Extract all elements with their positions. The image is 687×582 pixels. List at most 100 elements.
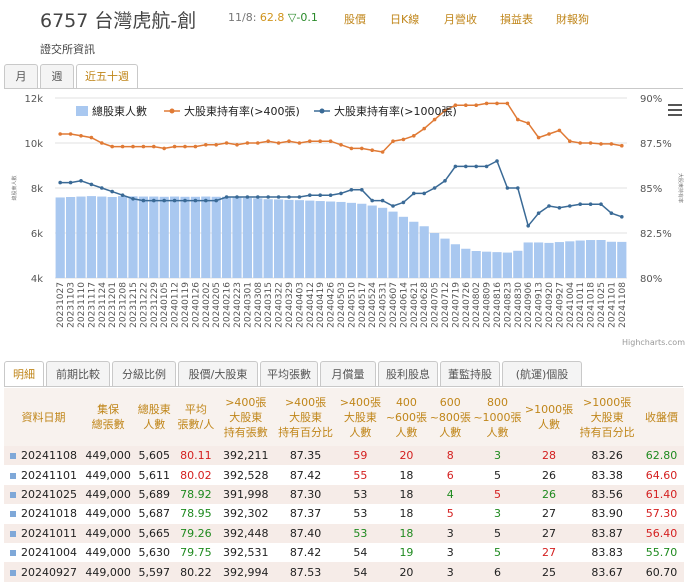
ratio-400-point (328, 139, 333, 143)
x-tick-label: 20240126 (191, 282, 201, 328)
table-cell: 3 (472, 504, 523, 524)
holder-bar (534, 242, 544, 278)
y-left-tick-label: 10k (24, 139, 43, 150)
table-cell: 5 (472, 542, 523, 563)
table-cell: 64.60 (638, 465, 684, 485)
ratio-1000-point (328, 193, 333, 197)
table-row[interactable]: 20240927 449,000 5,597 80.22 392,994 87.53 54 2… (4, 562, 684, 582)
column-header[interactable]: 400 ~600張 人數 (384, 388, 429, 446)
holder-bar (398, 216, 408, 278)
column-header[interactable]: >400張 大股東 持有百分比 (274, 388, 337, 446)
x-tick-label: 20240205 (212, 282, 222, 328)
nav-daily-k-link[interactable]: 日K線 (390, 11, 419, 27)
ratio-1000-point (297, 195, 302, 199)
ratio-400-point (391, 139, 395, 143)
holder-bar (502, 252, 512, 278)
x-tick-label: 20240223 (233, 282, 243, 328)
table-row[interactable]: 20241108 449,000 5,605 80.11 392,211 87.35 59 2… (4, 446, 684, 466)
tab-last-50-weeks[interactable]: 近五十週 (76, 64, 138, 88)
column-header[interactable]: >400張 大股東 人數 (336, 388, 385, 446)
ratio-1000-point (370, 198, 375, 203)
x-tick-label: 20240802 (472, 282, 482, 328)
chart-legend: 總股東人數 大股東持有率(>400張) 大股東持有率(>1000張) (76, 104, 457, 118)
table-cell: 392,448 (216, 523, 275, 543)
ratio-1000-point (100, 186, 104, 190)
holder-bar (606, 241, 616, 278)
ratio-400-point (152, 144, 156, 149)
ratio-1000-point (141, 198, 146, 203)
column-header-line: 總股東 (137, 403, 171, 416)
table-row[interactable]: 20241018 449,000 5,687 78.95 392,302 87.37 53 1… (4, 504, 684, 524)
table-cell: 8 (428, 446, 473, 466)
tab-period-compare[interactable]: 前期比較 (46, 361, 110, 386)
table-cell: 28 (522, 446, 576, 466)
nav-stock-price-link[interactable]: 股價 (344, 11, 366, 27)
exchange-info-link[interactable]: 證交所資訊 (40, 41, 95, 57)
holder-bar (274, 199, 284, 278)
column-header[interactable]: 800 ~1000張 人數 (472, 388, 523, 446)
column-header-line: ~800張 (429, 410, 471, 424)
column-header[interactable]: 收盤價 (638, 388, 684, 446)
ratio-1000-point (120, 193, 125, 197)
legend-400-marker (169, 108, 175, 114)
tab-level-ratio[interactable]: 分級比例 (112, 361, 176, 386)
row-marker-icon (9, 550, 16, 557)
chart-menu-icon[interactable] (668, 104, 682, 116)
holder-bar (471, 251, 481, 278)
table-cell: 5,689 (133, 484, 176, 505)
holder-bar (461, 248, 471, 278)
table-cell: 83.90 (575, 504, 639, 524)
column-header[interactable]: 600 ~800張 人數 (428, 388, 473, 446)
holder-bar (86, 196, 96, 278)
x-tick-label: 20240524 (368, 282, 378, 328)
chart-credits[interactable]: Highcharts.com (622, 338, 685, 347)
tab-monthly[interactable]: 月 (4, 64, 38, 88)
column-header[interactable]: 總股東 人數 (133, 388, 176, 446)
column-header[interactable]: >1000張 人數 (522, 388, 576, 446)
column-header[interactable]: >1000張 大股東 持有百分比 (575, 388, 639, 446)
row-marker-icon (9, 530, 16, 537)
tab-avg-lots[interactable]: 平均張數 (260, 361, 318, 386)
holder-bar (565, 241, 575, 278)
tab-director-holdings[interactable]: 董監持股 (440, 361, 500, 386)
column-header[interactable]: 平均 張數/人 (175, 388, 217, 446)
x-tick-label: 20241018 (587, 282, 597, 328)
nav-monthly-revenue-link[interactable]: 月營收 (444, 11, 477, 27)
column-header[interactable]: 集保 總張數 (82, 388, 134, 446)
tab-price-major[interactable]: 股價/大股東 (178, 361, 258, 386)
column-header-line: >1000張 (583, 395, 632, 409)
ratio-1000-point (131, 197, 135, 201)
column-header[interactable]: >400張 大股東 持有張數 (216, 388, 275, 446)
table-row[interactable]: 20241025 449,000 5,689 78.92 391,998 87.30 53 1… (4, 484, 684, 505)
holder-bar (367, 205, 377, 278)
x-tick-label: 20231201 (108, 282, 118, 328)
tab-weekly[interactable]: 週 (40, 64, 74, 88)
table-cell: 3 (472, 446, 523, 466)
ratio-400-point (609, 142, 614, 146)
legend-1000-marker (319, 108, 325, 114)
ratio-400-point (172, 144, 177, 149)
tab-dividend[interactable]: 股利股息 (378, 361, 438, 386)
column-header-line: 持有百分比 (579, 425, 635, 439)
table-cell: 5,665 (133, 523, 176, 543)
ratio-400-point (131, 144, 135, 149)
x-tick-label: 20231117 (87, 282, 97, 328)
nav-income-statement-link[interactable]: 損益表 (500, 11, 533, 27)
column-header-line: 800 (486, 395, 508, 409)
ratio-1000-point (58, 180, 62, 185)
tab-monthly-repay[interactable]: 月償量 (320, 361, 376, 386)
ratio-1000-point (391, 204, 395, 208)
ratio-1000-point (193, 198, 198, 203)
table-row[interactable]: 20241004 449,000 5,630 79.75 392,531 87.42 54 1… (4, 542, 684, 563)
tab-shipping-stocks[interactable]: (航運)個股 (502, 361, 582, 386)
quote-change: ▽-0.1 (287, 11, 318, 24)
tab-detail[interactable]: 明細 (4, 361, 44, 386)
table-cell: 59 (336, 446, 385, 466)
holder-bar (554, 242, 564, 278)
ratio-400-point (276, 141, 281, 145)
ratio-400-point (484, 101, 489, 106)
table-row[interactable]: 20241101 449,000 5,611 80.02 392,528 87.42 55 1… (4, 465, 684, 485)
nav-statementdog-link[interactable]: 財報狗 (556, 11, 589, 27)
table-row[interactable]: 20241011 449,000 5,665 79.26 392,448 87.40 53 1… (4, 523, 684, 543)
column-header[interactable]: 資料日期 (4, 388, 83, 446)
